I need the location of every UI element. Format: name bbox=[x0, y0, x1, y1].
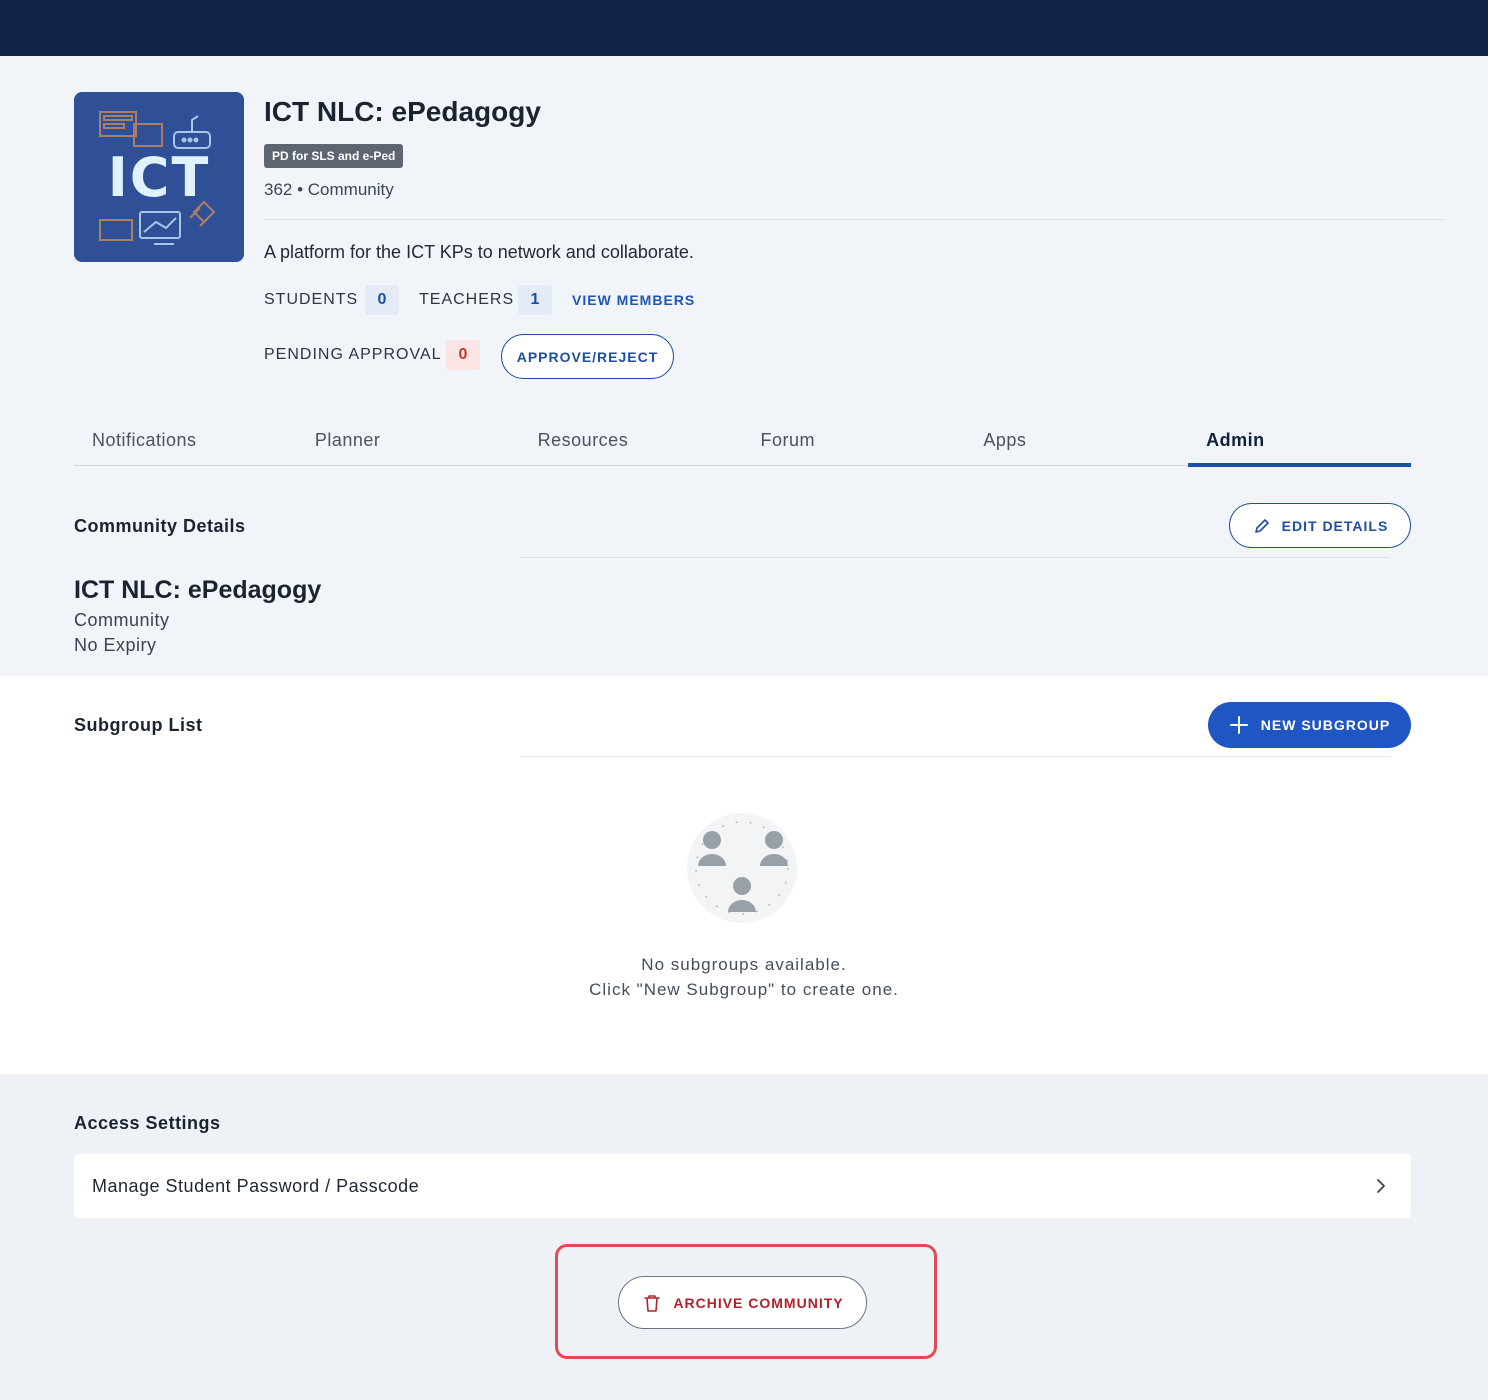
teachers-label: TEACHERS bbox=[419, 291, 515, 308]
manage-password-label: Manage Student Password / Passcode bbox=[92, 1175, 420, 1196]
students-label: STUDENTS bbox=[264, 291, 359, 308]
subgroup-divider bbox=[520, 756, 1390, 757]
community-description: A platform for the ICT KPs to network an… bbox=[264, 242, 694, 262]
manage-password-row[interactable]: Manage Student Password / Passcode bbox=[74, 1154, 1411, 1218]
view-members-link[interactable]: VIEW MEMBERS bbox=[572, 292, 695, 308]
archive-community-button[interactable]: ARCHIVE COMMUNITY bbox=[618, 1276, 867, 1329]
pencil-icon bbox=[1254, 518, 1269, 533]
community-tag-badge: PD for SLS and e-Ped bbox=[264, 144, 404, 168]
edit-details-button[interactable]: EDIT DETAILS bbox=[1229, 503, 1411, 548]
tab-forum[interactable]: Forum bbox=[742, 414, 965, 465]
community-meta: 362 • Community bbox=[264, 180, 394, 199]
archive-community-label: ARCHIVE COMMUNITY bbox=[673, 1294, 844, 1311]
new-subgroup-button[interactable]: NEW SUBGROUP bbox=[1208, 702, 1411, 748]
header-divider bbox=[264, 219, 1444, 220]
top-navigation-bar bbox=[0, 0, 1488, 56]
tab-admin[interactable]: Admin bbox=[1188, 414, 1411, 467]
approve-reject-button[interactable]: APPROVE/REJECT bbox=[501, 334, 674, 379]
details-community-name: ICT NLC: ePedagogy bbox=[74, 576, 322, 604]
community-logo: ICT bbox=[74, 92, 244, 262]
trash-icon bbox=[644, 1294, 661, 1312]
chevron-right-icon bbox=[1377, 1179, 1385, 1193]
new-subgroup-label: NEW SUBGROUP bbox=[1260, 717, 1391, 733]
teachers-count-badge: 1 bbox=[518, 285, 552, 315]
subgroup-list-heading: Subgroup List bbox=[74, 715, 203, 735]
empty-message-line2: Click "New Subgroup" to create one. bbox=[589, 980, 899, 999]
details-community-expiry: No Expiry bbox=[74, 635, 157, 655]
empty-group-icon bbox=[687, 813, 797, 923]
tab-apps[interactable]: Apps bbox=[965, 414, 1188, 465]
pending-count-badge: 0 bbox=[446, 340, 480, 370]
plus-icon bbox=[1229, 716, 1248, 734]
community-details-heading: Community Details bbox=[74, 516, 246, 536]
edit-details-label: EDIT DETAILS bbox=[1281, 517, 1389, 534]
details-community-type: Community bbox=[74, 610, 170, 630]
details-divider bbox=[520, 557, 1390, 558]
logo-text: ICT bbox=[107, 145, 211, 209]
tab-resources[interactable]: Resources bbox=[520, 414, 743, 465]
access-settings-heading: Access Settings bbox=[74, 1113, 221, 1133]
students-count-badge: 0 bbox=[365, 285, 399, 315]
community-tabs: Notifications Planner Resources Forum Ap… bbox=[74, 414, 1411, 467]
pending-approval-label: PENDING APPROVAL bbox=[264, 346, 442, 363]
empty-message-line1: No subgroups available. bbox=[641, 955, 847, 974]
tab-notifications[interactable]: Notifications bbox=[74, 414, 297, 465]
tab-planner[interactable]: Planner bbox=[297, 414, 520, 465]
approve-reject-label: APPROVE/REJECT bbox=[516, 348, 659, 365]
community-title: ICT NLC: ePedagogy bbox=[264, 96, 541, 127]
